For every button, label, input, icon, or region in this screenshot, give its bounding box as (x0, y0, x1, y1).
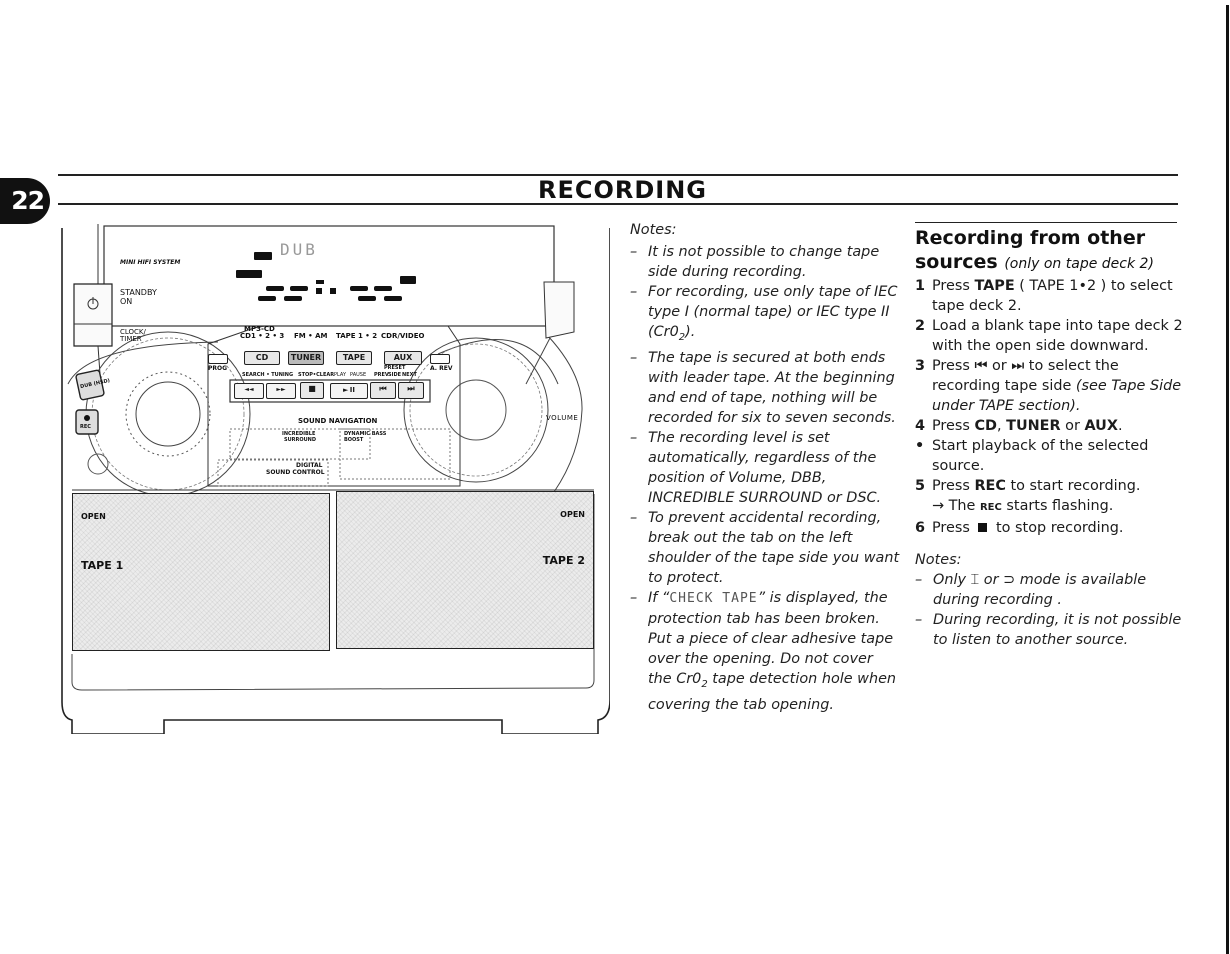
prev-label: PREV (374, 372, 389, 378)
page-number-badge: 22 (0, 178, 50, 224)
sound-navigation-label: SOUND NAVIGATION (298, 417, 378, 425)
arev-label: A. REV (430, 365, 453, 372)
search-back-button: ◄◄ (234, 383, 264, 399)
step-4: 4 Press CD, TUNER or AUX. (915, 418, 1123, 434)
step-5: 5 Press REC to start recording. (915, 478, 1141, 494)
tape-deck-2: OPEN TAPE 2 (336, 491, 594, 649)
steps-column: Recording from other sources (only on ta… (915, 220, 1183, 650)
on-label: ON (120, 297, 133, 306)
stop-clear-label: STOP•CLEAR (298, 372, 335, 378)
source-label-cdr: CDR/VIDEO (381, 332, 425, 340)
tape2-open-label: OPEN (560, 510, 585, 519)
search-forward-button: ►► (266, 383, 296, 399)
note-item: – The recording level is set automaticall… (630, 429, 882, 506)
side-label: SIDE (388, 372, 402, 378)
preset-label: PRESET (384, 365, 406, 371)
loop-mode-icon: ⊃ (1003, 572, 1016, 588)
stop-button: ■ (300, 382, 324, 399)
sound-control-label: SOUND CONTROL (266, 469, 325, 476)
tape1-open-label: OPEN (81, 512, 106, 521)
steps-note-item: – During recording, it is not possible to… (915, 612, 1182, 648)
timer-label: TIMER (120, 335, 142, 343)
arev-button (430, 354, 450, 364)
steps-note-item: – Only ⌶ or ⊃ mode is available during re… (915, 572, 1147, 608)
boost-label: BOOST (344, 437, 364, 443)
next-label: NEXT (402, 372, 417, 378)
repeat-mode-icon: ⌶ (970, 572, 980, 588)
step-bullet: • Start playback of the selected source. (915, 438, 1149, 474)
prev-icon: ⏮ (974, 358, 988, 374)
arrow-icon: → (932, 498, 945, 514)
search-tuning-label: SEARCH • TUNING (242, 372, 294, 378)
steps-notes: Notes: – Only ⌶ or ⊃ mode is available du… (915, 550, 1183, 650)
step-1: 1 Press TAPE ( TAPE 1•2 ) to select tape … (915, 278, 1173, 314)
notes-label: Notes: (630, 222, 677, 238)
steps-notes-label: Notes: (915, 552, 962, 568)
section-title: RECORDING (538, 176, 708, 204)
brand-label: MINI HIFI SYSTEM (120, 259, 181, 266)
device-outline (61, 224, 610, 734)
volume-label: VOLUME (546, 414, 579, 422)
tuner-button: TUNER (288, 351, 324, 365)
source-label-tuner: FM • AM (294, 332, 328, 340)
play-label: PLAY (334, 372, 347, 378)
note-item: – For recording, use only tape of IEC typ… (630, 284, 898, 343)
tape2-label: TAPE 2 (542, 554, 585, 567)
page-edge (1226, 5, 1229, 954)
notes-column: Notes: – It is not possible to change tap… (630, 220, 900, 715)
step-6: 6 Press to stop recording. (915, 520, 1124, 536)
surround-label: SURROUND (284, 437, 317, 443)
aux-button: AUX (384, 351, 422, 365)
device-illustration: MINI HIFI SYSTEM STANDBY ON CLOCK/ TIMER… (58, 224, 610, 734)
note-item: – It is not possible to change tape side … (630, 244, 880, 280)
tape-button: TAPE (336, 351, 372, 365)
play-pause-button: ► II (330, 383, 368, 399)
display-text: DUB (280, 240, 318, 259)
source-label-cd: CD1 • 2 • 3 (240, 332, 285, 340)
next-icon: ⏭ (1011, 358, 1025, 374)
cd-button: CD (244, 351, 280, 365)
tape-deck-1: OPEN TAPE 1 (72, 493, 330, 651)
step-3: 3 Press ⏮ or ⏭ to select the recording ta… (915, 358, 1182, 414)
note-item: – If “CHECK TAPE” is displayed, the prote… (630, 589, 897, 713)
prog-label: PROG (208, 365, 228, 372)
stop-icon (978, 523, 988, 532)
prog-button (208, 354, 228, 364)
tape1-label: TAPE 1 (81, 559, 124, 572)
source-label-tape: TAPE 1 • 2 (336, 332, 378, 340)
note-item: – The tape is secured at both ends with l… (630, 349, 896, 426)
check-tape-display-text: CHECK TAPE (669, 590, 758, 606)
standby-label: STANDBY (120, 288, 157, 297)
pause-label: PAUSE (350, 372, 367, 378)
digital-label: DIGITAL (296, 462, 323, 469)
prev-button: ⏮ (370, 382, 396, 399)
note-item: – To prevent accidental recording, break … (630, 509, 900, 586)
steps-heading: Recording from other sources (only on ta… (915, 227, 1154, 273)
step-5-result: → The REC starts flashing. (932, 498, 1114, 514)
next-button: ⏭ (398, 382, 424, 399)
rec-button-label: REC (80, 424, 91, 430)
step-2: 2 Load a blank tape into tape deck 2 with… (915, 318, 1183, 354)
